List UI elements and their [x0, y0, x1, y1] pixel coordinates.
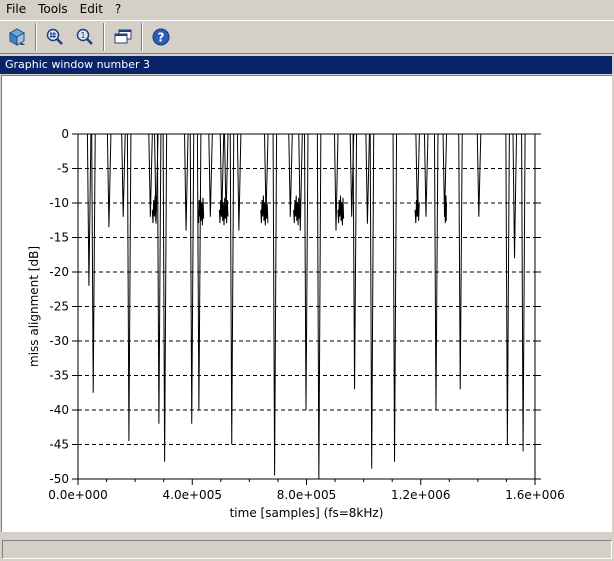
data-spike [272, 133, 278, 476]
rotate-3d-icon [8, 28, 26, 46]
data-spike [236, 133, 242, 231]
y-tick-label: -20 [49, 265, 69, 279]
data-spike [512, 133, 518, 259]
y-tick-label: -35 [49, 369, 69, 383]
data-spike [521, 133, 526, 452]
data-spike [208, 133, 213, 217]
menu-help[interactable]: ? [109, 0, 127, 19]
svg-text:1: 1 [81, 31, 86, 40]
data-spike [126, 133, 132, 442]
data-spike [121, 133, 126, 217]
data-spike [365, 133, 370, 224]
menu-tools[interactable]: Tools [32, 0, 74, 19]
data-spike [148, 133, 153, 217]
data-noise-cluster [337, 195, 345, 226]
x-tick-label: 0.0e+000 [48, 488, 107, 502]
data-spike [423, 133, 429, 217]
gedit-windows-icon [114, 29, 132, 44]
y-tick-label: -5 [57, 162, 69, 176]
toolbar-separator [35, 23, 37, 51]
plot-svg: 0 -5 -10 -15 -20 -25 -30 -35 -40 -45 -50 0.0e+000 4.… [27, 127, 565, 520]
data-spike [392, 133, 398, 462]
x-axis-label: time [samples] (fs=8kHz) [230, 506, 384, 520]
x-tick-label: 1.2e+006 [391, 488, 450, 502]
data-spike [505, 133, 510, 445]
zoom-button[interactable] [42, 24, 68, 50]
x-tick-label: 4.0e+005 [163, 488, 222, 502]
help-button[interactable]: ? [148, 24, 174, 50]
x-tick-label: 8.0e+005 [277, 488, 336, 502]
rotate-button[interactable] [4, 24, 30, 50]
y-tick-label: 0 [61, 127, 69, 141]
plot-canvas[interactable]: 0 -5 -10 -15 -20 -25 -30 -35 -40 -45 -50 0.0e+000 4.… [1, 75, 612, 532]
help-icon: ? [152, 28, 170, 46]
y-tick-label: -40 [49, 403, 69, 417]
toolbar-separator [103, 23, 105, 51]
y-tick-label: -45 [49, 438, 69, 452]
data-spike [229, 133, 235, 445]
x-tick-label: 1.6e+006 [505, 488, 564, 502]
y-tick-label: -50 [49, 472, 69, 486]
toolbar: 1 ? [0, 20, 614, 54]
data-spike [369, 133, 375, 469]
data-spike [106, 133, 112, 228]
unzoom-button[interactable]: 1 [72, 24, 98, 50]
data-spike [352, 133, 358, 390]
y-tick-label: -10 [49, 196, 69, 210]
y-tick-label: -30 [49, 334, 69, 348]
svg-text:?: ? [158, 31, 165, 45]
y-tick-label: -25 [49, 300, 69, 314]
graphic-window: File Tools Edit ? 1 ? Graphic window num… [0, 0, 614, 561]
y-tick-label: -15 [49, 231, 69, 245]
data-noise-cluster [197, 195, 205, 226]
data-noise-cluster [293, 195, 300, 226]
data-spike [91, 133, 96, 393]
toolbar-separator [141, 23, 143, 51]
status-bar [2, 540, 612, 559]
graphic-window-title: Graphic window number 3 [0, 56, 612, 74]
data-spike [304, 133, 309, 411]
data-spike [86, 133, 92, 286]
unzoom-icon: 1 [76, 28, 93, 45]
y-axis-label: miss alignment [dB] [27, 246, 41, 367]
data-series [86, 133, 526, 480]
menu-file[interactable]: File [0, 0, 32, 19]
data-spike [156, 133, 162, 424]
data-spike [333, 133, 339, 231]
zoom-icon [46, 28, 63, 45]
data-spike [458, 133, 463, 390]
data-spike [184, 133, 189, 231]
data-spike [189, 133, 195, 424]
data-spike [476, 133, 482, 217]
data-spike [288, 133, 293, 217]
graphic-windows-button[interactable] [110, 24, 136, 50]
menu-bar: File Tools Edit ? [0, 0, 614, 19]
menu-edit[interactable]: Edit [74, 0, 109, 19]
data-spike [162, 133, 168, 462]
